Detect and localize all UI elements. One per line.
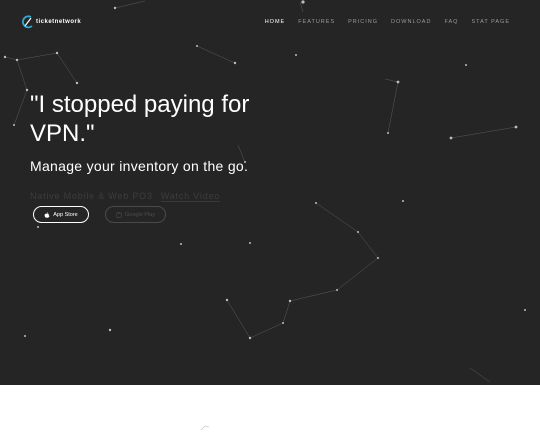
hero-headline: "I stopped paying for VPN." bbox=[30, 91, 250, 147]
partial-graphic-icon bbox=[200, 425, 210, 430]
main-nav: HOME FEATURES PRICING DOWNLOAD FAQ STAT … bbox=[265, 19, 510, 25]
platform-links: Native Mobile & Web PO3 Watch Video bbox=[30, 191, 221, 202]
app-store-button[interactable]: App Store bbox=[33, 206, 89, 223]
google-play-label: Google Play bbox=[125, 211, 155, 218]
hero-section: ticketnetwork HOME FEATURES PRICING DOWN… bbox=[0, 0, 540, 385]
nav-pricing[interactable]: PRICING bbox=[348, 19, 378, 25]
ticketnetwork-logo-icon bbox=[22, 15, 33, 29]
nav-home[interactable]: HOME bbox=[265, 19, 286, 25]
nav-features[interactable]: FEATURES bbox=[298, 19, 335, 25]
nav-faq[interactable]: FAQ bbox=[444, 19, 458, 25]
brand-name: ticketnetwork bbox=[36, 19, 82, 25]
platforms-text: Native Mobile & Web PO3 bbox=[30, 191, 153, 201]
google-play-icon bbox=[116, 211, 122, 218]
app-store-label: App Store bbox=[53, 211, 78, 218]
hero-subhead: Manage your inventory on the go. bbox=[30, 158, 249, 174]
brand-logo[interactable]: ticketnetwork bbox=[22, 15, 81, 29]
google-play-button[interactable]: Google Play bbox=[105, 206, 166, 223]
apple-icon bbox=[44, 211, 50, 218]
nav-download[interactable]: DOWNLOAD bbox=[391, 19, 431, 25]
watch-video-link[interactable]: Watch Video bbox=[160, 191, 221, 202]
nav-stat-page[interactable]: STAT PAGE bbox=[471, 19, 510, 25]
